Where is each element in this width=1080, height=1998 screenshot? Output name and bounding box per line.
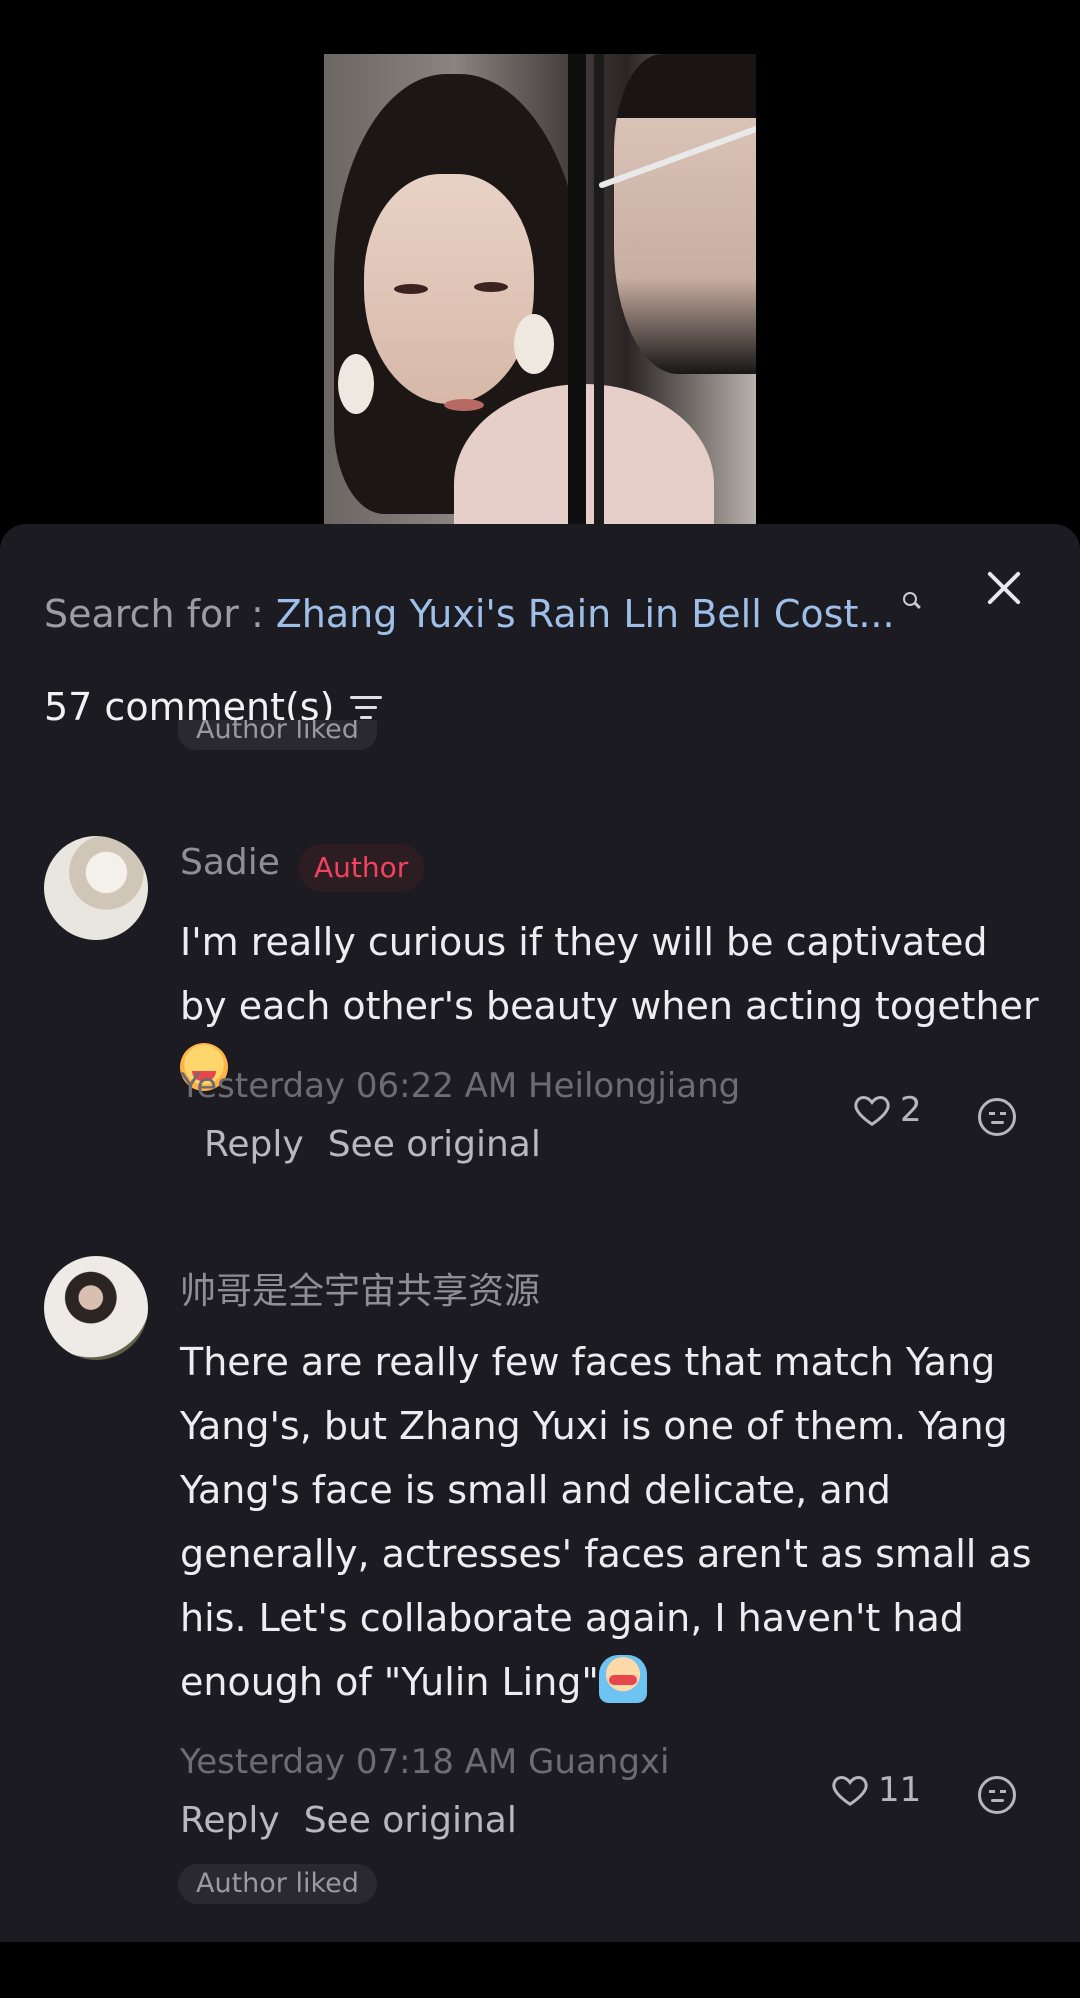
search-term-link[interactable]: Zhang Yuxi's Rain Lin Bell Cost... xyxy=(276,592,895,636)
like-count: 2 xyxy=(900,1090,922,1130)
sort-icon[interactable] xyxy=(350,694,383,720)
heart-icon xyxy=(832,1775,868,1806)
author-badge: Author xyxy=(298,844,425,892)
search-suggestion[interactable]: Search for : Zhang Yuxi's Rain Lin Bell … xyxy=(44,564,1004,664)
comment-username[interactable]: 帅哥是全宇宙共享资源 xyxy=(180,1262,540,1314)
author-liked-tag: Author liked xyxy=(178,720,377,750)
video-light-stand xyxy=(594,54,604,524)
comments-sheet: Search for : Zhang Yuxi's Rain Lin Bell … xyxy=(0,524,1080,1942)
heart-icon xyxy=(854,1095,890,1126)
comment-text: There are really few faces that match Ya… xyxy=(180,1340,1032,1704)
comment-username[interactable]: Sadie xyxy=(180,842,280,883)
video-second-figure xyxy=(614,54,756,374)
see-original-button[interactable]: See original xyxy=(304,1800,517,1841)
video-light-stand xyxy=(568,54,586,524)
dislike-icon[interactable] xyxy=(978,1098,1016,1136)
bottom-bar xyxy=(0,1942,1080,1998)
reply-button[interactable]: Reply xyxy=(180,1800,280,1841)
reply-button[interactable]: Reply xyxy=(204,1124,304,1165)
crying-flood-emoji xyxy=(598,1655,647,1703)
video-thumbnail[interactable] xyxy=(324,54,756,524)
close-icon[interactable] xyxy=(982,566,1026,610)
comment-meta: Yesterday 07:18 AM Guangxi xyxy=(180,1742,670,1782)
like-count: 11 xyxy=(878,1770,922,1810)
comment-meta: Yesterday 06:22 AM Heilongjiang xyxy=(180,1066,741,1106)
video-earring xyxy=(514,314,554,374)
avatar[interactable] xyxy=(44,836,148,940)
dislike-icon[interactable] xyxy=(978,1776,1016,1814)
search-prefix: Search for : xyxy=(44,592,264,636)
author-liked-tag: Author liked xyxy=(178,1864,377,1904)
video-figure-face xyxy=(364,174,534,411)
like-button[interactable]: 2 xyxy=(852,1090,922,1130)
screen: Search for : Zhang Yuxi's Rain Lin Bell … xyxy=(0,0,1080,1998)
like-button[interactable]: 11 xyxy=(830,1770,921,1810)
see-original-button[interactable]: See original xyxy=(328,1124,541,1165)
video-earring xyxy=(338,354,374,414)
avatar[interactable] xyxy=(44,1256,148,1360)
search-icon xyxy=(901,590,923,612)
